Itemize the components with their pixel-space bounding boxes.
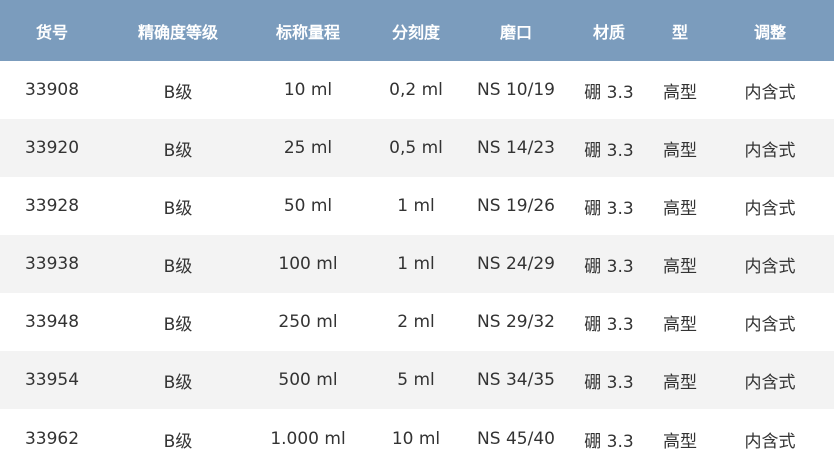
cell-item-number: 33938	[0, 235, 104, 293]
cell-ground-joint: NS 24/29	[468, 235, 564, 293]
cell-graduation: 2 ml	[364, 293, 468, 351]
cell-nominal-capacity: 10 ml	[252, 61, 364, 119]
cell-type: 高型	[654, 235, 706, 293]
cell-ground-joint: NS 10/19	[468, 61, 564, 119]
cell-ground-joint: NS 29/32	[468, 293, 564, 351]
cell-adjustment: 内含式	[706, 61, 834, 119]
cell-material: 硼 3.3	[564, 119, 654, 177]
cell-item-number: 33962	[0, 409, 104, 469]
cell-accuracy-class: B级	[104, 177, 252, 235]
table-row: 33954 B级 500 ml 5 ml NS 34/35 硼 3.3 高型 内…	[0, 351, 834, 409]
header-item-number: 货号	[0, 0, 104, 61]
cell-material: 硼 3.3	[564, 293, 654, 351]
cell-type: 高型	[654, 177, 706, 235]
cell-graduation: 1 ml	[364, 177, 468, 235]
table-body: 33908 B级 10 ml 0,2 ml NS 10/19 硼 3.3 高型 …	[0, 61, 834, 469]
cell-material: 硼 3.3	[564, 351, 654, 409]
header-accuracy-class: 精确度等级	[104, 0, 252, 61]
cell-item-number: 33908	[0, 61, 104, 119]
table-header: 货号 精确度等级 标称量程 分刻度 磨口 材质 型 调整	[0, 0, 834, 61]
table-row: 33948 B级 250 ml 2 ml NS 29/32 硼 3.3 高型 内…	[0, 293, 834, 351]
header-nominal-capacity: 标称量程	[252, 0, 364, 61]
cell-type: 高型	[654, 409, 706, 469]
cell-material: 硼 3.3	[564, 177, 654, 235]
cell-type: 高型	[654, 293, 706, 351]
table-row: 33928 B级 50 ml 1 ml NS 19/26 硼 3.3 高型 内含…	[0, 177, 834, 235]
cell-item-number: 33928	[0, 177, 104, 235]
cell-accuracy-class: B级	[104, 293, 252, 351]
cell-type: 高型	[654, 351, 706, 409]
cell-ground-joint: NS 34/35	[468, 351, 564, 409]
cell-graduation: 1 ml	[364, 235, 468, 293]
cell-adjustment: 内含式	[706, 293, 834, 351]
cell-type: 高型	[654, 119, 706, 177]
cell-accuracy-class: B级	[104, 409, 252, 469]
cell-nominal-capacity: 25 ml	[252, 119, 364, 177]
table-row: 33908 B级 10 ml 0,2 ml NS 10/19 硼 3.3 高型 …	[0, 61, 834, 119]
cell-accuracy-class: B级	[104, 235, 252, 293]
cell-graduation: 5 ml	[364, 351, 468, 409]
cell-accuracy-class: B级	[104, 119, 252, 177]
cell-adjustment: 内含式	[706, 177, 834, 235]
cell-adjustment: 内含式	[706, 351, 834, 409]
header-material: 材质	[564, 0, 654, 61]
cell-material: 硼 3.3	[564, 61, 654, 119]
cell-ground-joint: NS 14/23	[468, 119, 564, 177]
cell-accuracy-class: B级	[104, 61, 252, 119]
table-row: 33962 B级 1.000 ml 10 ml NS 45/40 硼 3.3 高…	[0, 409, 834, 469]
header-row: 货号 精确度等级 标称量程 分刻度 磨口 材质 型 调整	[0, 0, 834, 61]
cell-item-number: 33920	[0, 119, 104, 177]
cell-nominal-capacity: 500 ml	[252, 351, 364, 409]
cell-nominal-capacity: 100 ml	[252, 235, 364, 293]
product-table: 货号 精确度等级 标称量程 分刻度 磨口 材质 型 调整 33908 B级 10…	[0, 0, 834, 469]
cell-nominal-capacity: 250 ml	[252, 293, 364, 351]
cell-item-number: 33954	[0, 351, 104, 409]
cell-adjustment: 内含式	[706, 119, 834, 177]
table-row: 33920 B级 25 ml 0,5 ml NS 14/23 硼 3.3 高型 …	[0, 119, 834, 177]
header-adjustment: 调整	[706, 0, 834, 61]
header-type: 型	[654, 0, 706, 61]
cell-item-number: 33948	[0, 293, 104, 351]
cell-graduation: 10 ml	[364, 409, 468, 469]
cell-graduation: 0,2 ml	[364, 61, 468, 119]
cell-adjustment: 内含式	[706, 409, 834, 469]
cell-accuracy-class: B级	[104, 351, 252, 409]
cell-type: 高型	[654, 61, 706, 119]
cell-nominal-capacity: 1.000 ml	[252, 409, 364, 469]
cell-ground-joint: NS 19/26	[468, 177, 564, 235]
cell-material: 硼 3.3	[564, 235, 654, 293]
cell-adjustment: 内含式	[706, 235, 834, 293]
cell-graduation: 0,5 ml	[364, 119, 468, 177]
table-row: 33938 B级 100 ml 1 ml NS 24/29 硼 3.3 高型 内…	[0, 235, 834, 293]
cell-ground-joint: NS 45/40	[468, 409, 564, 469]
cell-material: 硼 3.3	[564, 409, 654, 469]
cell-nominal-capacity: 50 ml	[252, 177, 364, 235]
header-ground-joint: 磨口	[468, 0, 564, 61]
header-graduation: 分刻度	[364, 0, 468, 61]
